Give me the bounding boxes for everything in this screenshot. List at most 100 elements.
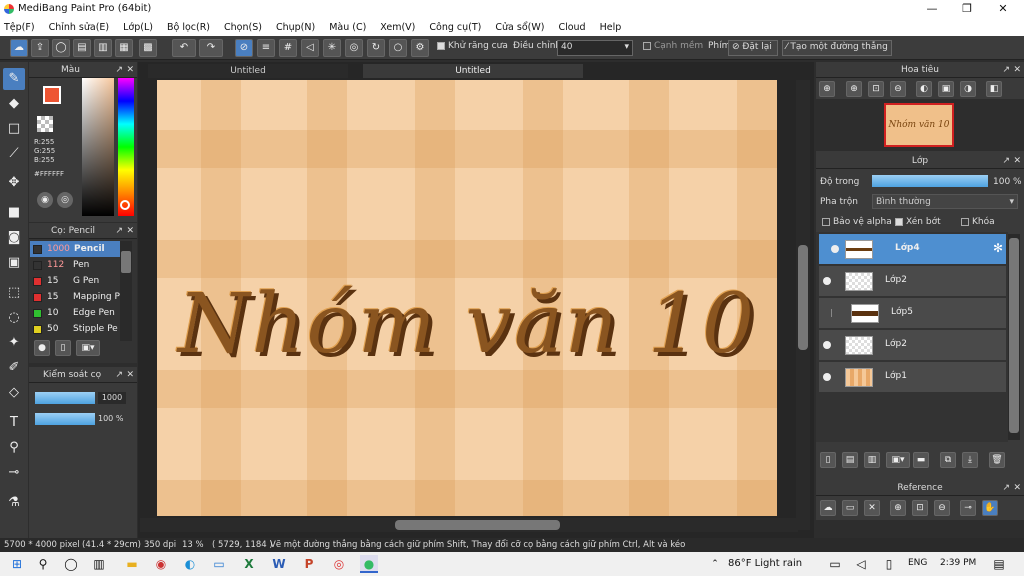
tab-untitled-2[interactable]: Untitled <box>363 64 583 78</box>
popout-icon[interactable]: ↗ <box>1002 62 1010 78</box>
chrome-icon[interactable]: ◎ <box>330 555 348 573</box>
eyedropper-tool-icon[interactable]: ⚗ <box>3 492 25 514</box>
app-icon[interactable]: ◉ <box>152 555 170 573</box>
gradient-tool-icon[interactable]: ▣ <box>3 252 25 274</box>
antialias-checkbox[interactable]: Khử răng cưa <box>437 41 508 51</box>
language-indicator[interactable]: ENG <box>908 558 927 568</box>
new-8bit-layer-icon[interactable]: ▥ <box>864 452 880 468</box>
panel3-icon[interactable]: ▦ <box>115 39 133 57</box>
eye-icon[interactable] <box>823 277 831 285</box>
brush-menu-icon[interactable]: ▣▾ <box>76 340 100 356</box>
task-view-icon[interactable]: ◯ <box>62 555 80 573</box>
scroll-thumb[interactable] <box>121 251 131 273</box>
excel-icon[interactable]: X <box>240 555 258 573</box>
duplicate-layer-icon[interactable]: ⧉ <box>940 452 956 468</box>
select-pen-tool-icon[interactable]: ✐ <box>3 357 25 379</box>
undo-icon[interactable]: ↶ <box>172 39 196 57</box>
dropper-icon[interactable]: ⊸ <box>960 500 976 516</box>
rotate-left-icon[interactable]: ◐ <box>916 81 932 97</box>
brush-size-value[interactable]: 1000 <box>98 392 126 404</box>
maximize-button[interactable]: ❐ <box>950 0 984 18</box>
brush-item[interactable]: 50 Stipple Pe <box>30 321 130 337</box>
vertical-scrollbar[interactable] <box>796 80 810 530</box>
eraser-tool-icon[interactable]: ◆ <box>3 93 25 115</box>
lasso-tool-icon[interactable]: ◌ <box>3 307 25 329</box>
menu-cloud[interactable]: Cloud <box>558 22 585 33</box>
scroll-thumb[interactable] <box>395 520 560 530</box>
navigator-view[interactable]: Nhóm văn 10 <box>816 99 1024 151</box>
file-explorer-icon[interactable]: ▬ <box>123 555 141 573</box>
palette-add-icon[interactable]: ◎ <box>57 192 73 208</box>
popout-icon[interactable]: ↗ <box>115 62 123 78</box>
grid-icon[interactable]: ▩ <box>139 39 157 57</box>
menu-edit[interactable]: Chỉnh sửa(E) <box>49 22 110 33</box>
close-icon[interactable]: ✕ <box>1013 153 1021 169</box>
gear-icon[interactable]: ✻ <box>993 241 1003 255</box>
fit-window-icon[interactable]: ▣ <box>938 81 954 97</box>
zoom-out-icon[interactable]: ⊖ <box>934 500 950 516</box>
select-tool-icon[interactable]: ⬚ <box>3 282 25 304</box>
snap-grid-icon[interactable]: # <box>279 39 297 57</box>
popout-icon[interactable]: ↗ <box>1002 480 1010 496</box>
scroll-thumb[interactable] <box>1009 238 1019 433</box>
clipping-checkbox[interactable]: Xén bớt <box>895 217 941 227</box>
edge-icon[interactable]: ◐ <box>181 555 199 573</box>
snap-settings-icon[interactable]: ⚙ <box>411 39 429 57</box>
zoom-out-icon[interactable]: ⊖ <box>890 81 906 97</box>
zoom-in-icon[interactable]: ⊕ <box>890 500 906 516</box>
share-icon[interactable]: ⇪ <box>31 39 49 57</box>
chevron-up-icon[interactable]: ⌃ <box>706 555 724 573</box>
brush-tool-icon[interactable]: ✎ <box>3 68 25 90</box>
lock-checkbox[interactable]: Khóa <box>961 217 995 227</box>
bucket-tool-icon[interactable]: ◙ <box>3 227 25 249</box>
panel2-icon[interactable]: ▥ <box>94 39 112 57</box>
brush-opacity-slider[interactable] <box>35 413 95 425</box>
brush-item[interactable]: 1000 Pencil ✻ <box>30 241 130 257</box>
brush-item[interactable]: 112 Pen <box>30 257 130 273</box>
layer-opacity-slider[interactable] <box>872 175 988 187</box>
close-icon[interactable]: ✕ <box>126 62 134 78</box>
menu-filter[interactable]: Bộ lọc(R) <box>167 22 210 33</box>
merge-down-icon[interactable]: ⤓ <box>962 452 978 468</box>
popout-icon[interactable]: ↗ <box>115 223 123 239</box>
volume-icon[interactable]: ◁ <box>852 555 870 573</box>
snap-ellipse-icon[interactable]: ○ <box>389 39 407 57</box>
fit-icon[interactable]: ⊡ <box>868 81 884 97</box>
zoom-in-icon[interactable]: ⊕ <box>819 81 835 97</box>
dot-tool-icon[interactable]: ⟋ <box>3 143 25 165</box>
saturation-box[interactable] <box>82 78 114 216</box>
operation-tool-icon[interactable]: ⚲ <box>3 437 25 459</box>
move-tool-icon[interactable]: ✥ <box>3 172 25 194</box>
medibang-taskbar-icon[interactable]: ● <box>360 555 378 573</box>
snap-circle-icon[interactable]: ◎ <box>345 39 363 57</box>
layer-list-scrollbar[interactable] <box>1008 234 1020 440</box>
new-halftone-layer-icon[interactable]: ▤ <box>842 452 858 468</box>
search-icon[interactable]: ⚲ <box>34 555 52 573</box>
artwork-canvas[interactable]: Nhóm văn 10 <box>157 80 777 516</box>
menu-color[interactable]: Màu (C) <box>329 22 366 33</box>
cloud-icon[interactable]: ☁ <box>10 39 28 57</box>
close-icon[interactable]: ✕ <box>126 367 134 383</box>
brush-add-icon[interactable]: ● <box>34 340 50 356</box>
menu-file[interactable]: Tệp(F) <box>4 22 35 33</box>
snap-off-icon[interactable]: ⊘ <box>235 39 253 57</box>
battery-icon[interactable]: ▯ <box>880 555 898 573</box>
popout-icon[interactable]: ↗ <box>115 367 123 383</box>
menu-snap[interactable]: Chụp(N) <box>276 22 315 33</box>
redo-icon[interactable]: ↷ <box>199 39 223 57</box>
new-brush-icon[interactable]: ▯ <box>55 340 71 356</box>
folder-icon[interactable]: ▬ <box>913 452 929 468</box>
brush-item[interactable]: 15 Mapping P <box>30 289 130 305</box>
straight-line-button[interactable]: ⁄ Tạo một đường thẳng <box>782 40 892 56</box>
brush-size-slider[interactable] <box>35 392 95 404</box>
adjust-select[interactable]: 40 ▾ <box>557 40 633 56</box>
transparent-swatch[interactable] <box>37 116 53 132</box>
dropper-tool-icon[interactable]: ⊸ <box>3 462 25 484</box>
protect-alpha-checkbox[interactable]: Bảo vệ alpha <box>822 217 892 227</box>
notification-icon[interactable]: ▤ <box>990 555 1008 573</box>
layer-row[interactable]: Lớp2 <box>819 330 1006 361</box>
snap-radial-icon[interactable]: ✳ <box>323 39 341 57</box>
flip-icon[interactable]: ◧ <box>986 81 1002 97</box>
snap-curve-icon[interactable]: ↻ <box>367 39 385 57</box>
menu-select[interactable]: Chọn(S) <box>224 22 262 33</box>
